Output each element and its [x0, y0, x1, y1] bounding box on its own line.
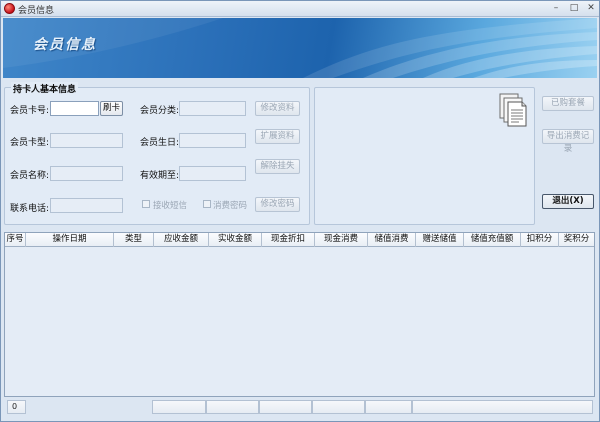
table-header: 序号 操作日期 类型 应收金额 实收金额 现金折扣 现金消费 储值消费 赠送储值…: [5, 233, 594, 247]
col-header[interactable]: 类型: [114, 233, 154, 247]
card-type-label: 会员卡型:: [10, 138, 50, 148]
header-banner: 会员信息: [3, 18, 597, 78]
card-no-label: 会员卡号:: [10, 106, 50, 116]
category-field[interactable]: [179, 101, 246, 116]
sum-received: [206, 400, 259, 414]
consume-password-checkbox[interactable]: [203, 200, 211, 208]
member-name-field[interactable]: [50, 166, 123, 181]
col-header[interactable]: 操作日期: [26, 233, 114, 247]
receive-sms-label: 接收短信: [153, 201, 188, 211]
minimize-icon[interactable]: –: [550, 3, 562, 14]
close-icon[interactable]: ✕: [585, 3, 597, 14]
phone-label: 联系电话:: [10, 204, 50, 214]
col-header[interactable]: 储值充值额: [464, 233, 521, 247]
sum-stored-consume: [365, 400, 412, 414]
card-no-input[interactable]: [50, 101, 99, 116]
col-header[interactable]: 序号: [5, 233, 26, 247]
change-password-button[interactable]: 修改密码: [255, 197, 300, 212]
consume-password-label: 消费密码: [213, 201, 248, 211]
col-header[interactable]: 奖积分: [559, 233, 594, 247]
col-header[interactable]: 实收金额: [209, 233, 262, 247]
exit-button[interactable]: 退出(X): [542, 194, 594, 209]
document-stack-icon: [499, 93, 527, 127]
maximize-icon[interactable]: □: [568, 3, 580, 14]
extended-info-button[interactable]: 扩展资料: [255, 129, 300, 144]
col-header[interactable]: 应收金额: [154, 233, 209, 247]
packages-button[interactable]: 已购套餐: [542, 96, 594, 111]
col-header[interactable]: 赠送储值: [416, 233, 464, 247]
window-title: 会员信息: [18, 6, 55, 16]
member-name-label: 会员名称:: [10, 171, 50, 181]
title-bar[interactable]: 会员信息 – □ ✕: [1, 1, 599, 17]
valid-until-label: 有效期至:: [140, 171, 180, 181]
birthday-field[interactable]: [179, 133, 246, 148]
group-legend: 持卡人基本信息: [11, 82, 79, 95]
col-header[interactable]: 储值消费: [368, 233, 416, 247]
app-icon: [4, 3, 15, 14]
sum-cash-discount: [259, 400, 312, 414]
banner-title: 会员信息: [33, 37, 97, 53]
birthday-label: 会员生日:: [140, 138, 180, 148]
sum-remaining: [412, 400, 593, 414]
category-label: 会员分类:: [140, 106, 180, 116]
swipe-card-button[interactable]: 刷卡: [100, 101, 123, 116]
col-header[interactable]: 扣积分: [521, 233, 559, 247]
export-records-button[interactable]: 导出消费记录: [542, 129, 594, 154]
sum-cash-consume: [312, 400, 365, 414]
member-info-window: 会员信息 – □ ✕ 会员信息 持卡人基本信息 会员卡号: 刷卡 会员分类: 修…: [0, 0, 600, 422]
summary-bar: 0: [4, 399, 595, 417]
unfreeze-button[interactable]: 解除挂失: [255, 159, 300, 174]
phone-field[interactable]: [50, 198, 123, 213]
col-header[interactable]: 现金折扣: [262, 233, 315, 247]
receive-sms-checkbox[interactable]: [142, 200, 150, 208]
col-header[interactable]: 现金消费: [315, 233, 368, 247]
record-count: 0: [7, 400, 26, 414]
sum-receivable: [152, 400, 206, 414]
consumption-records-table[interactable]: 序号 操作日期 类型 应收金额 实收金额 现金折扣 现金消费 储值消费 赠送储值…: [4, 232, 595, 397]
valid-until-field[interactable]: [179, 166, 246, 181]
card-type-field[interactable]: [50, 133, 123, 148]
edit-info-button[interactable]: 修改资料: [255, 101, 300, 116]
